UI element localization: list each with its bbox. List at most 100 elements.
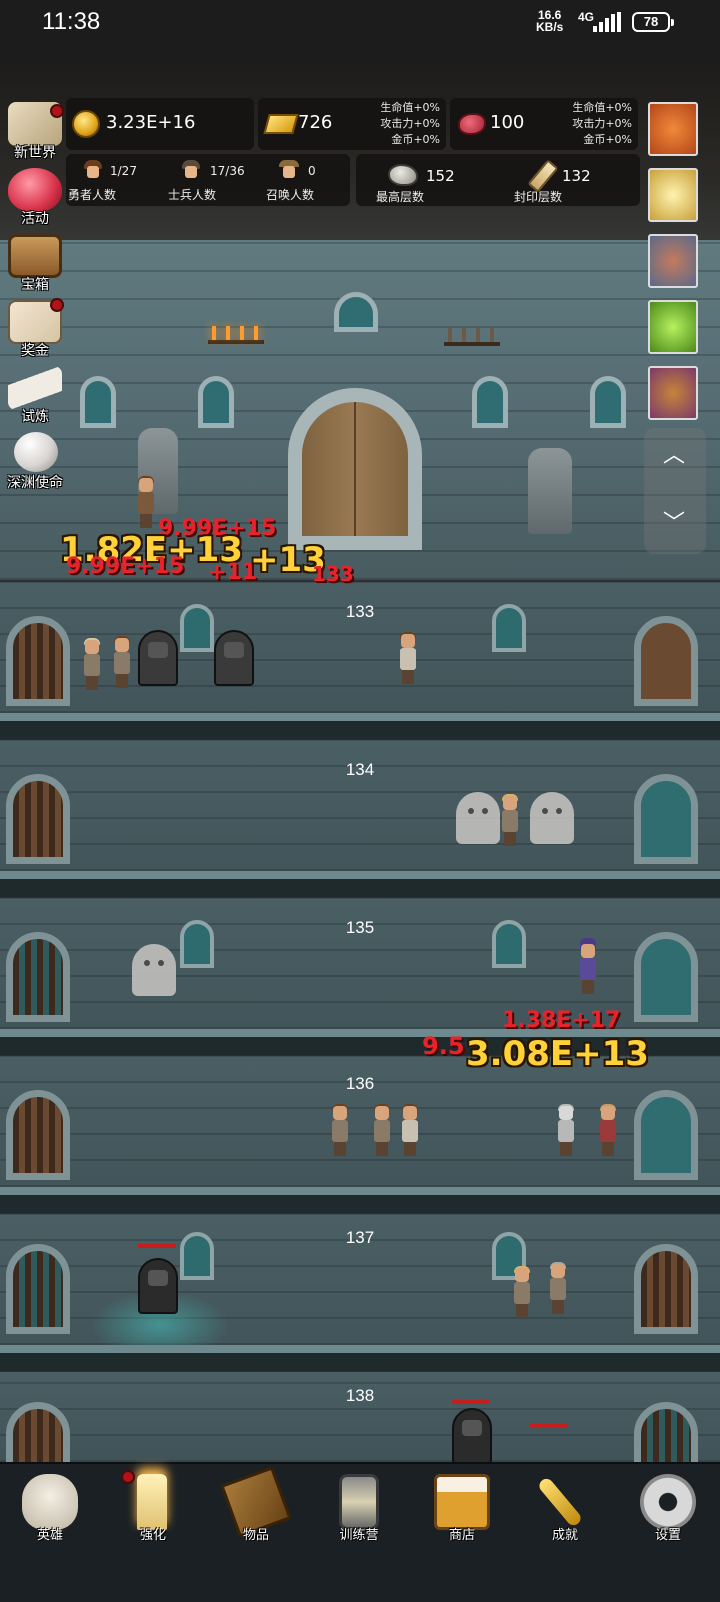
floor-row[interactable]: 136 bbox=[0, 1056, 720, 1213]
floor-number: 136 bbox=[345, 1074, 375, 1093]
hero-character[interactable] bbox=[598, 1104, 618, 1156]
summon-head-icon bbox=[279, 160, 299, 182]
floor-stats-panel: 152 最高层数 132 封印层数 bbox=[356, 154, 640, 206]
hero-character[interactable] bbox=[398, 632, 418, 684]
floor-window bbox=[492, 920, 526, 968]
nav-training-camp[interactable]: 训练营 bbox=[309, 1464, 409, 1602]
pearl-icon bbox=[14, 432, 58, 472]
nav-settings[interactable]: 设置 bbox=[618, 1464, 718, 1602]
beer-mug-icon bbox=[434, 1474, 490, 1530]
gold-value: 726 bbox=[298, 112, 333, 133]
sealed-floor-value: 132 bbox=[562, 167, 591, 185]
gem-panel[interactable]: 100 生命值+0% 攻击力+0% 金币+0% bbox=[450, 98, 638, 150]
floor-row[interactable]: 137 bbox=[0, 1214, 720, 1371]
nav-label: 设置 bbox=[654, 1528, 681, 1543]
ghost-enemy[interactable] bbox=[132, 944, 176, 996]
status-bar: 11:38 16.6 KB/s 4G 78 bbox=[0, 0, 720, 60]
side-menu-trial[interactable]: 试炼 bbox=[2, 366, 68, 428]
notification-badge bbox=[50, 298, 64, 312]
nav-label: 训练营 bbox=[339, 1528, 379, 1543]
summon-count: 0 bbox=[308, 164, 316, 178]
floor-door-right bbox=[634, 1090, 698, 1180]
buff-candle[interactable] bbox=[648, 168, 698, 222]
wraith-enemy[interactable] bbox=[138, 630, 178, 686]
scroll-up-button[interactable]: ︿ bbox=[662, 444, 686, 468]
sealed-floor-label: 封印层数 bbox=[514, 190, 563, 204]
floor-row[interactable]: 133 bbox=[0, 582, 720, 739]
ghost-enemy[interactable] bbox=[530, 792, 574, 844]
scroll-down-button[interactable]: ﹀ bbox=[662, 512, 686, 536]
hero-character[interactable] bbox=[82, 638, 102, 690]
floor-row[interactable]: 138 bbox=[0, 1372, 720, 1492]
hero-character[interactable] bbox=[136, 476, 156, 528]
knight-statue bbox=[528, 448, 572, 534]
nav-achievements[interactable]: 成就 bbox=[515, 1464, 615, 1602]
bottom-navigation: 英雄 强化 物品 训练营 商店 成就 设置 bbox=[0, 1462, 720, 1602]
key-icon bbox=[536, 1476, 584, 1528]
unit-counts-panel: 1/27 勇者人数 17/36 士兵人数 0 召唤人数 bbox=[66, 154, 350, 206]
side-menu-bonus[interactable]: 奖金 bbox=[2, 298, 68, 362]
hero-head-icon bbox=[84, 160, 102, 182]
floor-window bbox=[180, 920, 214, 968]
bonus-coin: 金币+0% bbox=[391, 133, 440, 146]
heart-icon bbox=[8, 168, 62, 212]
hero-character[interactable] bbox=[112, 636, 132, 688]
chandelier bbox=[208, 318, 264, 344]
soldier-count: 17/36 bbox=[210, 164, 245, 178]
buff-slime[interactable] bbox=[648, 300, 698, 354]
chandelier bbox=[444, 320, 500, 346]
hero-character[interactable] bbox=[400, 1104, 420, 1156]
hero-character[interactable] bbox=[548, 1262, 568, 1314]
side-menu-abyss-mission[interactable]: 深渊使命 bbox=[2, 432, 68, 494]
hero-count: 1/27 bbox=[110, 164, 137, 178]
buff-backpack[interactable] bbox=[648, 234, 698, 288]
enemy-health-bar bbox=[452, 1400, 490, 1404]
lantern-icon bbox=[339, 1474, 379, 1530]
gear-icon bbox=[640, 1474, 696, 1530]
floor-window bbox=[180, 604, 214, 652]
floor-door-right bbox=[634, 616, 698, 706]
floor-door-left bbox=[6, 1244, 70, 1334]
bonus-atk: 攻击力+0% bbox=[572, 117, 632, 130]
damage-number: 9.99E+15 bbox=[66, 554, 185, 579]
nav-heroes[interactable]: 英雄 bbox=[0, 1464, 100, 1602]
buff-pumpkin[interactable] bbox=[648, 102, 698, 156]
side-menu-chest[interactable]: 宝箱 bbox=[2, 234, 68, 296]
wraith-enemy[interactable] bbox=[452, 1408, 492, 1464]
skull-icon bbox=[22, 1474, 78, 1530]
feather-icon bbox=[8, 366, 62, 410]
side-menu-activity[interactable]: 活动 bbox=[2, 168, 68, 230]
floor-door-right bbox=[634, 774, 698, 864]
hero-character[interactable] bbox=[372, 1104, 392, 1156]
nav-label: 英雄 bbox=[36, 1528, 63, 1543]
hero-character[interactable] bbox=[512, 1266, 532, 1318]
bonus-atk: 攻击力+0% bbox=[380, 117, 440, 130]
ghost-enemy[interactable] bbox=[456, 792, 500, 844]
hero-count-label: 勇者人数 bbox=[68, 188, 117, 202]
side-menu-new-world[interactable]: 新世界 bbox=[2, 102, 68, 164]
network-speed: 16.6 KB/s bbox=[536, 9, 563, 33]
hero-character[interactable] bbox=[330, 1104, 350, 1156]
gem-icon bbox=[458, 113, 486, 135]
network-type: 4G bbox=[578, 10, 595, 24]
gold-panel[interactable]: 726 生命值+0% 攻击力+0% 金币+0% bbox=[258, 98, 446, 150]
knight-character[interactable] bbox=[556, 1104, 576, 1156]
buff-bag[interactable] bbox=[648, 366, 698, 420]
wraith-enemy[interactable] bbox=[138, 1258, 178, 1314]
nav-upgrade[interactable]: 强化 bbox=[103, 1464, 203, 1602]
gold-bonus-list: 生命值+0% 攻击力+0% 金币+0% bbox=[380, 100, 440, 148]
castle-window bbox=[80, 376, 116, 428]
hero-character[interactable] bbox=[500, 794, 520, 846]
floor-door-left bbox=[6, 1090, 70, 1180]
castle-window bbox=[590, 376, 626, 428]
nav-items[interactable]: 物品 bbox=[206, 1464, 306, 1602]
nav-shop[interactable]: 商店 bbox=[412, 1464, 512, 1602]
floor-row[interactable]: 134 bbox=[0, 740, 720, 897]
coin-panel[interactable]: 3.23E+16 bbox=[66, 98, 254, 150]
floor-scroll-control: ︿ ﹀ bbox=[644, 428, 706, 554]
stone-icon bbox=[388, 164, 418, 186]
castle-gate[interactable] bbox=[288, 388, 422, 550]
bonus-coin: 金币+0% bbox=[583, 133, 632, 146]
mage-character[interactable] bbox=[578, 938, 598, 994]
wraith-enemy[interactable] bbox=[214, 630, 254, 686]
